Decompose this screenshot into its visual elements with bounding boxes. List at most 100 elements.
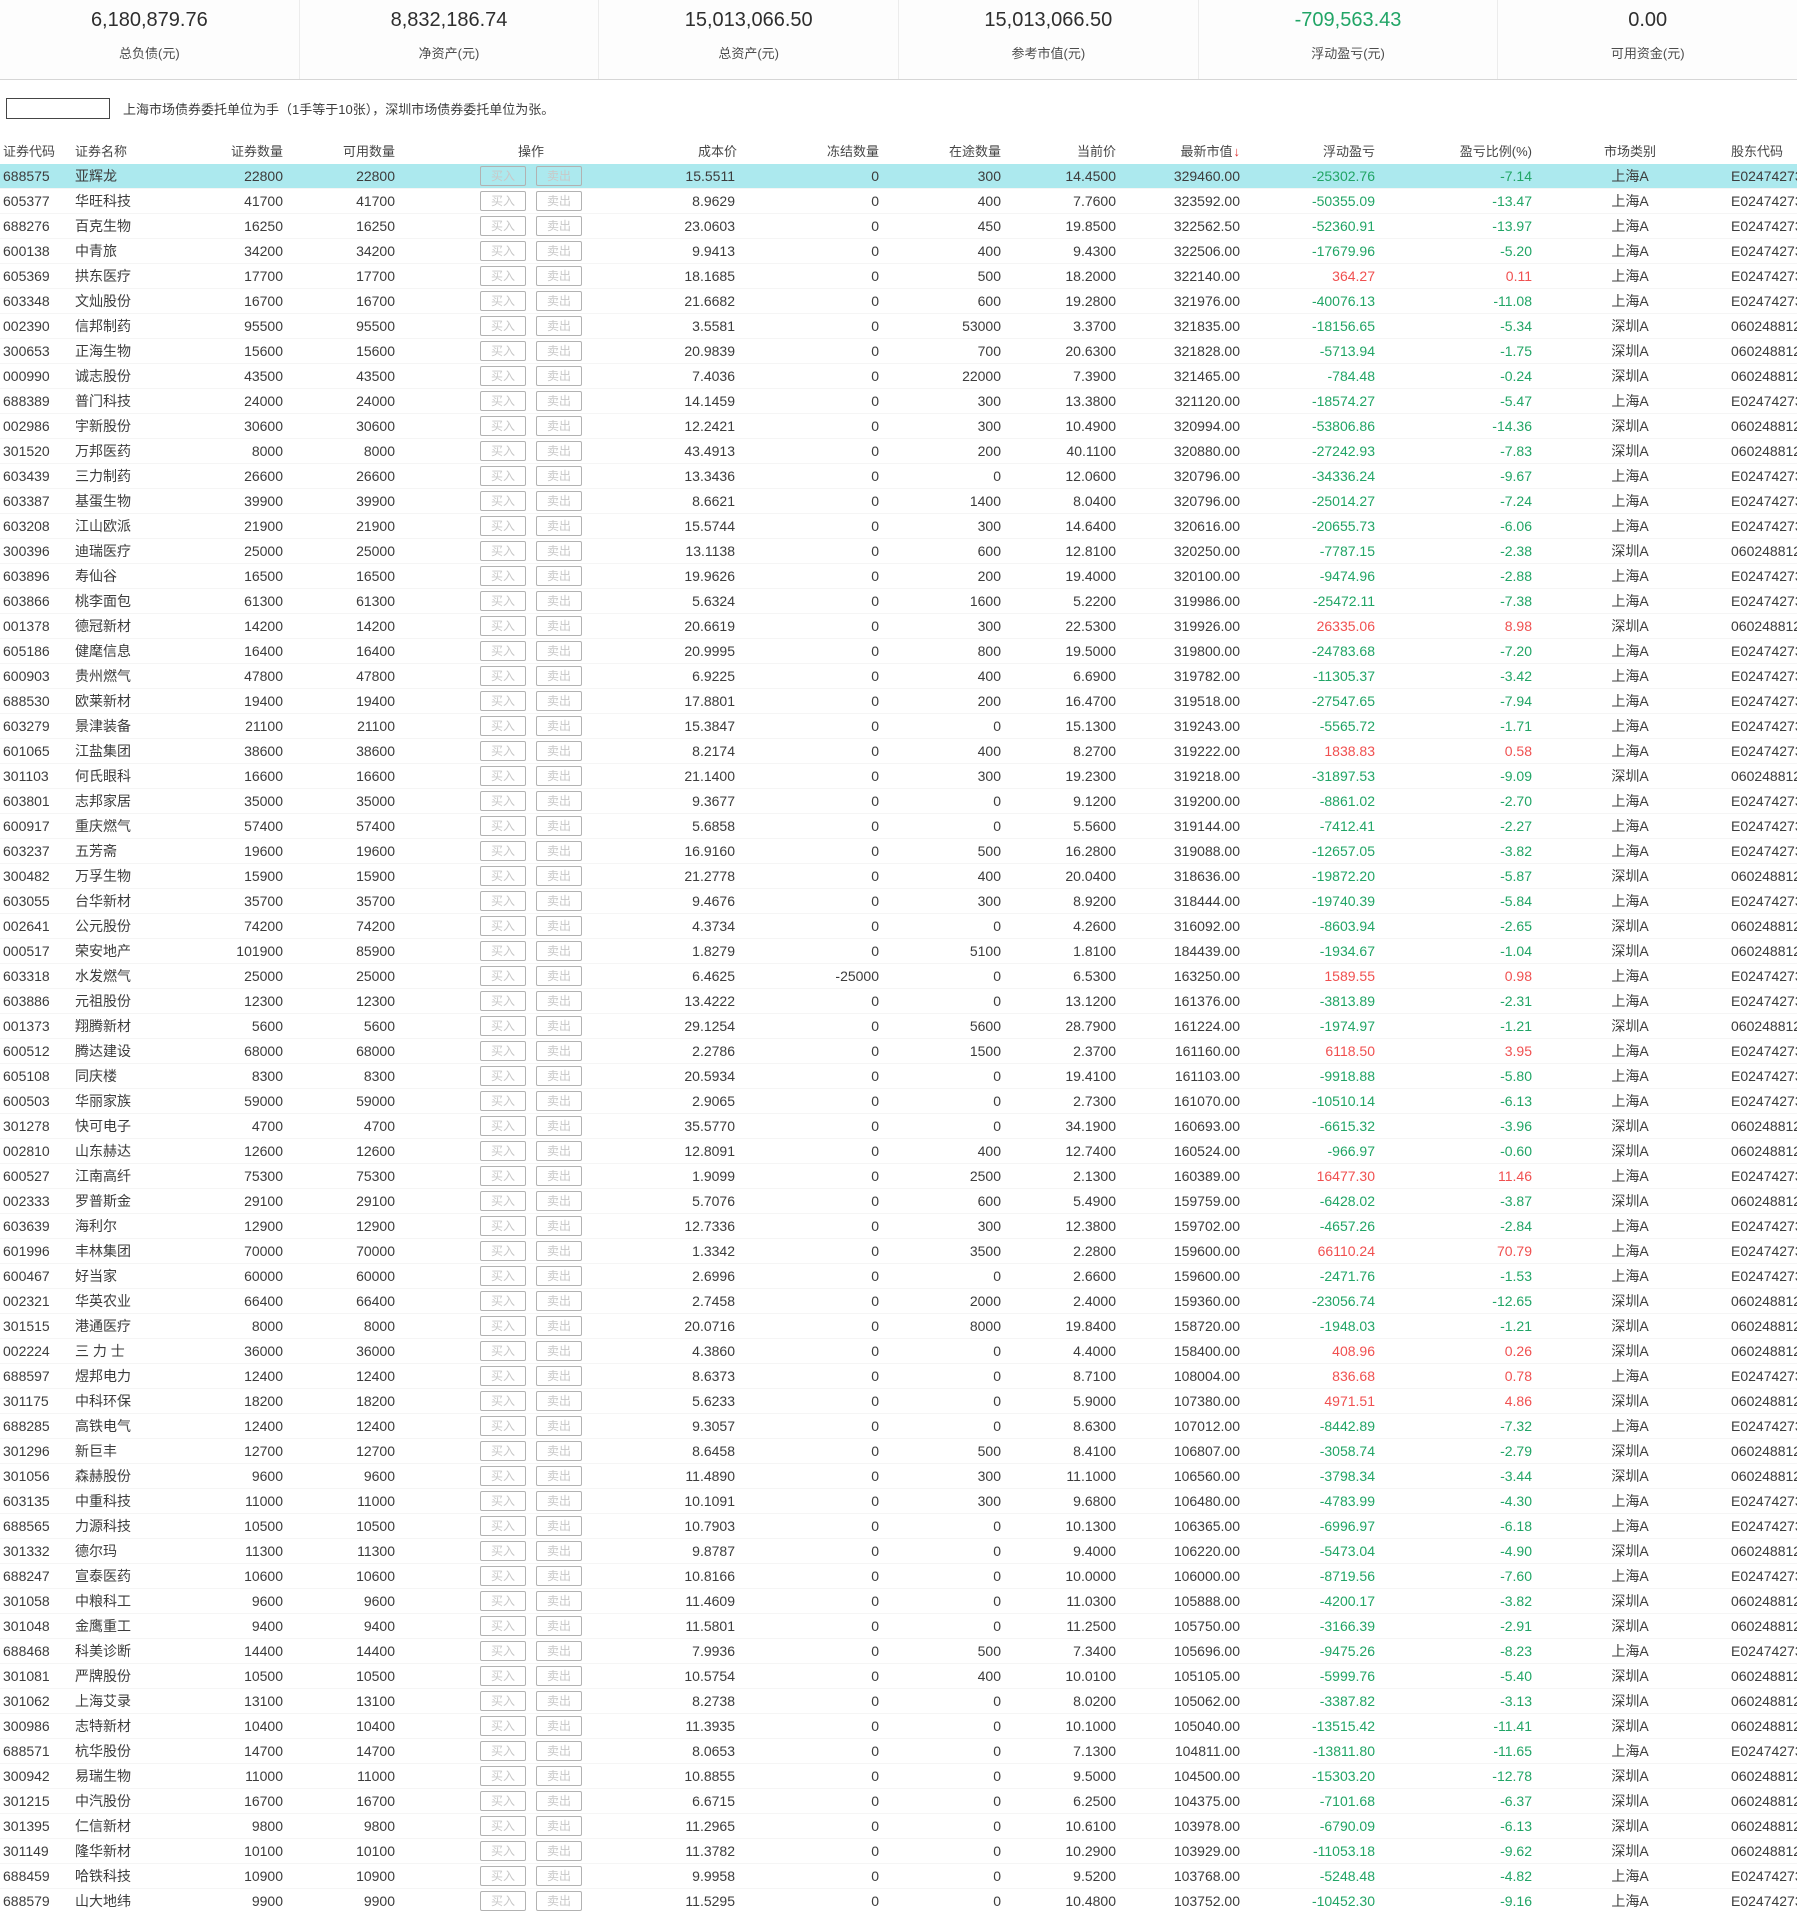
sell-button[interactable]: 卖出	[536, 166, 582, 186]
sell-button[interactable]: 卖出	[536, 1116, 582, 1136]
sell-button[interactable]: 卖出	[536, 666, 582, 686]
sell-button[interactable]: 卖出	[536, 1766, 582, 1786]
sell-button[interactable]: 卖出	[536, 1616, 582, 1636]
sell-button[interactable]: 卖出	[536, 1166, 582, 1186]
buy-button[interactable]: 买入	[480, 966, 526, 986]
buy-button[interactable]: 买入	[480, 1066, 526, 1086]
sell-button[interactable]: 卖出	[536, 966, 582, 986]
buy-button[interactable]: 买入	[480, 741, 526, 761]
table-row[interactable]: 301296 新巨丰 12700 12700 买入 卖出 8.6458 0 500 8.4100 1…	[0, 1439, 1797, 1464]
column-header-cost[interactable]: 成本价	[663, 141, 743, 160]
table-row[interactable]: 603886 元祖股份 12300 12300 买入 卖出 13.4222 0 0 13.1200…	[0, 989, 1797, 1014]
column-header-op[interactable]: 操作	[399, 141, 663, 160]
buy-button[interactable]: 买入	[480, 1216, 526, 1236]
sell-button[interactable]: 卖出	[536, 716, 582, 736]
buy-button[interactable]: 买入	[480, 1266, 526, 1286]
buy-button[interactable]: 买入	[480, 1541, 526, 1561]
sell-button[interactable]: 卖出	[536, 1741, 582, 1761]
sell-button[interactable]: 卖出	[536, 391, 582, 411]
sell-button[interactable]: 卖出	[536, 1291, 582, 1311]
sell-button[interactable]: 卖出	[536, 1216, 582, 1236]
table-row[interactable]: 601065 江盐集团 38600 38600 买入 卖出 8.2174 0 400 8.2700…	[0, 739, 1797, 764]
buy-button[interactable]: 买入	[480, 266, 526, 286]
table-row[interactable]: 688565 力源科技 10500 10500 买入 卖出 10.7903 0 0 10.1300…	[0, 1514, 1797, 1539]
sell-button[interactable]: 卖出	[536, 791, 582, 811]
table-row[interactable]: 600917 重庆燃气 57400 57400 买入 卖出 5.6858 0 0 5.5600 31…	[0, 814, 1797, 839]
table-row[interactable]: 603237 五芳斋 19600 19600 买入 卖出 16.9160 0 500 16.280…	[0, 839, 1797, 864]
table-row[interactable]: 603279 景津装备 21100 21100 买入 卖出 15.3847 0 0 15.1300…	[0, 714, 1797, 739]
buy-button[interactable]: 买入	[480, 766, 526, 786]
sell-button[interactable]: 卖出	[536, 566, 582, 586]
sell-button[interactable]: 卖出	[536, 1541, 582, 1561]
buy-button[interactable]: 买入	[480, 666, 526, 686]
table-row[interactable]: 605108 同庆楼 8300 8300 买入 卖出 20.5934 0 0 19.4100 161…	[0, 1064, 1797, 1089]
buy-button[interactable]: 买入	[480, 1141, 526, 1161]
sell-button[interactable]: 卖出	[536, 291, 582, 311]
sell-button[interactable]: 卖出	[536, 1016, 582, 1036]
buy-button[interactable]: 买入	[480, 616, 526, 636]
sell-button[interactable]: 卖出	[536, 1041, 582, 1061]
sell-button[interactable]: 卖出	[536, 1566, 582, 1586]
sell-button[interactable]: 卖出	[536, 241, 582, 261]
column-header-name[interactable]: 证券名称	[64, 141, 182, 160]
table-row[interactable]: 301081 严牌股份 10500 10500 买入 卖出 10.5754 0 400 10.01…	[0, 1664, 1797, 1689]
buy-button[interactable]: 买入	[480, 1616, 526, 1636]
buy-button[interactable]: 买入	[480, 1416, 526, 1436]
table-row[interactable]: 300986 志特新材 10400 10400 买入 卖出 11.3935 0 0 10.1000…	[0, 1714, 1797, 1739]
sell-button[interactable]: 卖出	[536, 866, 582, 886]
table-row[interactable]: 002224 三 力 士 36000 36000 买入 卖出 4.3860 0 0 4.4000 1…	[0, 1339, 1797, 1364]
table-row[interactable]: 688276 百克生物 16250 16250 买入 卖出 23.0603 0 450 19.85…	[0, 214, 1797, 239]
sell-button[interactable]: 卖出	[536, 216, 582, 236]
buy-button[interactable]: 买入	[480, 1691, 526, 1711]
table-row[interactable]: 688575 亚辉龙 22800 22800 买入 卖出 15.5511 0 300 14.450…	[0, 164, 1797, 189]
column-header-price[interactable]: 当前价	[1011, 141, 1126, 160]
table-row[interactable]: 603866 桃李面包 61300 61300 买入 卖出 5.6324 0 1600 5.220…	[0, 589, 1797, 614]
buy-button[interactable]: 买入	[480, 1666, 526, 1686]
sell-button[interactable]: 卖出	[536, 1066, 582, 1086]
column-header-frozen[interactable]: 冻结数量	[743, 141, 889, 160]
table-row[interactable]: 600138 中青旅 34200 34200 买入 卖出 9.9413 0 400 9.4300 3…	[0, 239, 1797, 264]
sell-button[interactable]: 卖出	[536, 441, 582, 461]
table-row[interactable]: 603801 志邦家居 35000 35000 买入 卖出 9.3677 0 0 9.1200 31…	[0, 789, 1797, 814]
buy-button[interactable]: 买入	[480, 241, 526, 261]
sell-button[interactable]: 卖出	[536, 1191, 582, 1211]
table-row[interactable]: 688247 宣泰医药 10600 10600 买入 卖出 10.8166 0 0 10.0000…	[0, 1564, 1797, 1589]
column-header-pnl[interactable]: 浮动盈亏	[1250, 141, 1385, 160]
sell-button[interactable]: 卖出	[536, 1791, 582, 1811]
table-row[interactable]: 688597 煜邦电力 12400 12400 买入 卖出 8.6373 0 0 8.7100 10…	[0, 1364, 1797, 1389]
sell-button[interactable]: 卖出	[536, 191, 582, 211]
sell-button[interactable]: 卖出	[536, 1316, 582, 1336]
table-row[interactable]: 000517 荣安地产 101900 85900 买入 卖出 1.8279 0 5100 1.81…	[0, 939, 1797, 964]
table-row[interactable]: 301103 何氏眼科 16600 16600 买入 卖出 21.1400 0 300 19.23…	[0, 764, 1797, 789]
sell-button[interactable]: 卖出	[536, 816, 582, 836]
table-row[interactable]: 603639 海利尔 12900 12900 买入 卖出 12.7336 0 300 12.380…	[0, 1214, 1797, 1239]
sell-button[interactable]: 卖出	[536, 1091, 582, 1111]
sell-button[interactable]: 卖出	[536, 1716, 582, 1736]
table-row[interactable]: 603135 中重科技 11000 11000 买入 卖出 10.1091 0 300 9.680…	[0, 1489, 1797, 1514]
table-row[interactable]: 001378 德冠新材 14200 14200 买入 卖出 20.6619 0 300 22.53…	[0, 614, 1797, 639]
sell-button[interactable]: 卖出	[536, 1241, 582, 1261]
table-row[interactable]: 603896 寿仙谷 16500 16500 买入 卖出 19.9626 0 200 19.400…	[0, 564, 1797, 589]
table-row[interactable]: 688579 山大地纬 9900 9900 买入 卖出 11.5295 0 0 10.4800 10…	[0, 1889, 1797, 1912]
sell-button[interactable]: 卖出	[536, 1266, 582, 1286]
table-row[interactable]: 603055 台华新材 35700 35700 买入 卖出 9.4676 0 300 8.9200…	[0, 889, 1797, 914]
table-row[interactable]: 301149 隆华新材 10100 10100 买入 卖出 11.3782 0 0 10.2900…	[0, 1839, 1797, 1864]
buy-button[interactable]: 买入	[480, 1016, 526, 1036]
column-header-code[interactable]: 证券代码	[0, 141, 64, 160]
buy-button[interactable]: 买入	[480, 1766, 526, 1786]
table-row[interactable]: 603318 水发燃气 25000 25000 买入 卖出 6.4625 -25000 0 6.5…	[0, 964, 1797, 989]
buy-button[interactable]: 买入	[480, 1441, 526, 1461]
buy-button[interactable]: 买入	[480, 1041, 526, 1061]
buy-button[interactable]: 买入	[480, 1341, 526, 1361]
sell-button[interactable]: 卖出	[536, 766, 582, 786]
buy-button[interactable]: 买入	[480, 1116, 526, 1136]
buy-button[interactable]: 买入	[480, 1091, 526, 1111]
table-row[interactable]: 301056 森赫股份 9600 9600 买入 卖出 11.4890 0 300 11.1000…	[0, 1464, 1797, 1489]
column-header-transit[interactable]: 在途数量	[889, 141, 1011, 160]
buy-button[interactable]: 买入	[480, 1791, 526, 1811]
sell-button[interactable]: 卖出	[536, 1516, 582, 1536]
table-row[interactable]: 605377 华旺科技 41700 41700 买入 卖出 8.9629 0 400 7.7600…	[0, 189, 1797, 214]
buy-button[interactable]: 买入	[480, 716, 526, 736]
buy-button[interactable]: 买入	[480, 316, 526, 336]
buy-button[interactable]: 买入	[480, 191, 526, 211]
